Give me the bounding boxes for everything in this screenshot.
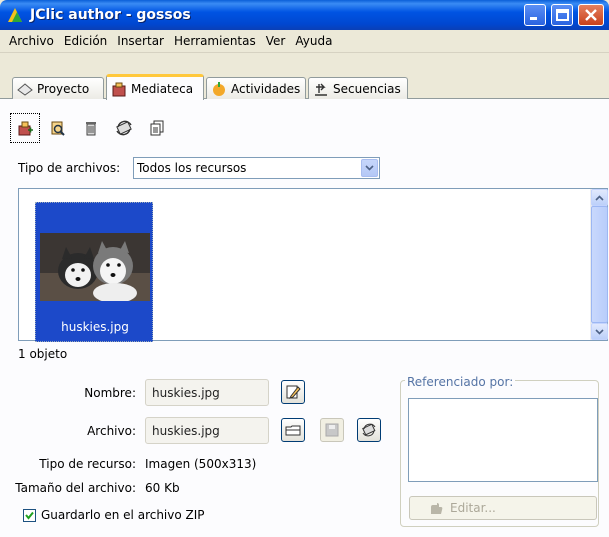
file-field: huskies.jpg (145, 417, 269, 444)
scroll-thumb[interactable] (591, 206, 608, 323)
disk-icon (325, 423, 339, 437)
media-list: huskies.jpg (18, 188, 608, 342)
menu-herramientas[interactable]: Herramientas (169, 34, 261, 48)
dropdown-button[interactable] (361, 159, 378, 177)
vertical-scrollbar[interactable] (590, 189, 608, 340)
rename-button[interactable] (281, 380, 305, 404)
referenced-by-title: Referenciado por: (405, 375, 516, 389)
close-button[interactable] (578, 4, 604, 26)
file-label: Archivo: (87, 424, 136, 438)
checkmark-icon (25, 511, 34, 520)
open-file-button[interactable] (281, 418, 305, 442)
hand-icon (431, 503, 443, 514)
folder-icon (285, 425, 301, 436)
huskies-thumbnail (40, 233, 150, 301)
chevron-up-icon (595, 194, 604, 201)
object-count: 1 objeto (18, 347, 68, 361)
add-media-icon (18, 121, 33, 136)
media-item-label: huskies.jpg (61, 320, 129, 334)
sequences-icon (315, 83, 327, 96)
delete-icon (86, 122, 96, 136)
name-value: huskies.jpg (152, 385, 220, 400)
maximize-icon (556, 9, 569, 21)
menu-ayuda[interactable]: Ayuda (290, 34, 337, 48)
menu-ver[interactable]: Ver (261, 34, 291, 48)
minimize-icon (530, 17, 537, 20)
maximize-button[interactable] (551, 4, 573, 26)
minimize-button[interactable] (524, 4, 546, 26)
tab-mediateca[interactable]: Mediateca (106, 74, 204, 100)
menu-edicion[interactable]: Edición (59, 34, 112, 48)
refresh-file-button[interactable] (357, 418, 381, 442)
referenced-by-list[interactable] (408, 398, 598, 482)
file-value: huskies.jpg (152, 423, 220, 438)
window-title: JClic author - gossos (30, 7, 191, 23)
copy-media-button[interactable] (142, 113, 172, 143)
tab-actividades[interactable]: Actividades (206, 77, 306, 99)
copy-icon (150, 120, 164, 136)
scroll-up-button[interactable] (591, 189, 608, 206)
menu-bar: Archivo Edición Insertar Herramientas Ve… (0, 30, 609, 53)
resource-type-value: Imagen (500x313) (145, 457, 257, 471)
tab-bar: Proyecto Mediateca Actividades Secuencia… (0, 74, 609, 100)
tab-mediateca-label: Mediateca (131, 81, 194, 96)
activities-icon (213, 81, 225, 96)
search-media-button[interactable] (43, 113, 73, 143)
file-type-label: Tipo de archivos: (18, 161, 121, 175)
add-media-button[interactable] (10, 113, 40, 143)
file-type-select[interactable]: Todos los recursos (133, 157, 380, 179)
media-item[interactable]: huskies.jpg (35, 202, 153, 342)
edit-button-label: Editar... (450, 501, 496, 515)
scroll-down-button[interactable] (591, 323, 608, 340)
edit-icon (286, 385, 301, 399)
tab-secuencias[interactable]: Secuencias (308, 77, 408, 99)
file-size-label: Tamaño del archivo: (15, 481, 136, 495)
chevron-down-icon (365, 165, 374, 171)
save-file-button[interactable] (320, 418, 344, 442)
update-icon (362, 423, 376, 437)
name-label: Nombre: (84, 386, 136, 400)
menu-archivo[interactable]: Archivo (4, 34, 59, 48)
delete-media-button[interactable] (76, 113, 106, 143)
media-library-icon (112, 82, 126, 96)
project-icon (17, 82, 33, 96)
title-bar: JClic author - gossos (0, 0, 609, 30)
resource-type-label: Tipo de recurso: (39, 457, 136, 471)
save-in-zip-checkbox[interactable] (23, 509, 36, 522)
jclic-app-icon (8, 8, 22, 22)
tab-actividades-label: Actividades (231, 81, 301, 96)
file-size-value: 60 Kb (145, 481, 180, 495)
name-field: huskies.jpg (145, 379, 269, 406)
tab-secuencias-label: Secuencias (333, 81, 401, 96)
tab-proyecto[interactable]: Proyecto (12, 77, 104, 99)
edit-button[interactable]: Editar... (409, 496, 597, 520)
tab-proyecto-label: Proyecto (37, 81, 90, 96)
search-media-icon (51, 121, 65, 136)
update-media-button[interactable] (109, 113, 139, 143)
close-icon (585, 9, 597, 21)
media-toolbar (10, 113, 175, 143)
update-icon (116, 120, 132, 136)
file-type-value: Todos los recursos (137, 161, 247, 175)
menu-insertar[interactable]: Insertar (112, 34, 169, 48)
save-in-zip-label: Guardarlo en el archivo ZIP (41, 508, 205, 522)
chevron-down-icon (595, 328, 604, 335)
